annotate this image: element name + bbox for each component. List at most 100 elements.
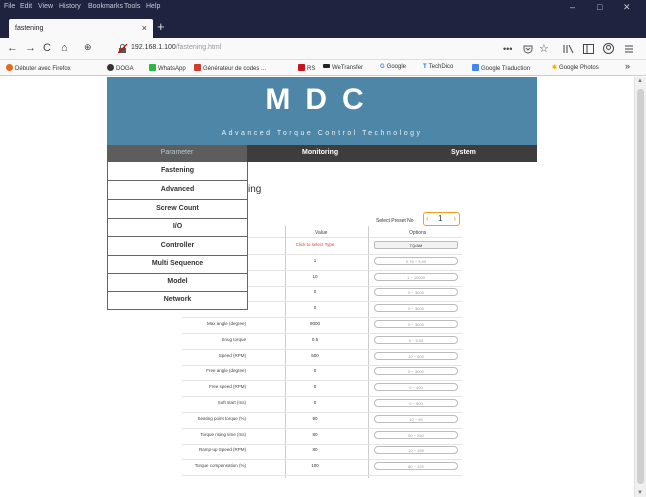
scroll-down-icon[interactable]: ▼: [637, 490, 643, 496]
range-input[interactable]: 0.75 ~ 3.00: [374, 256, 458, 265]
range-input[interactable]: 0 ~ 400: [374, 383, 458, 392]
bookmark-item[interactable]: Générateur de codes ...: [194, 64, 266, 72]
close-tab-icon[interactable]: ×: [142, 23, 147, 33]
more-actions-icon[interactable]: •••: [503, 44, 512, 54]
table-row: Free speed (RPM) 0 0 ~ 400: [182, 382, 462, 395]
range-input[interactable]: 0 ~ 3000: [374, 288, 458, 297]
menu-edit[interactable]: Edit: [20, 3, 32, 10]
range-input[interactable]: 0 ~ 500: [374, 399, 458, 407]
vertical-scrollbar[interactable]: ▲ ▼: [634, 77, 646, 497]
range-input[interactable]: 0 ~ 3000: [374, 304, 458, 313]
whatsapp-icon: [149, 64, 156, 71]
preset-prev-icon[interactable]: ‹: [426, 214, 429, 223]
row-value[interactable]: 0.5: [285, 337, 345, 342]
more-bookmarks-icon[interactable]: »: [625, 61, 630, 71]
range-input[interactable]: 0 ~ 5.00: [374, 335, 458, 344]
bookmark-item[interactable]: RS: [298, 64, 315, 72]
minimize-icon[interactable]: –: [570, 2, 575, 12]
bookmark-item[interactable]: Google Traduction: [472, 64, 530, 72]
menu-history[interactable]: History: [59, 3, 81, 10]
row-value[interactable]: 10: [285, 274, 345, 279]
browser-tab[interactable]: fastening ×: [9, 19, 153, 38]
bookmark-item[interactable]: WeTransfer: [323, 64, 363, 71]
menu-tools[interactable]: Tools: [124, 3, 140, 10]
dropdown-item-screw-count[interactable]: Screw Count: [108, 200, 247, 219]
scroll-up-icon[interactable]: ▲: [637, 78, 643, 84]
page-title: ing: [248, 184, 262, 195]
bookmark-item[interactable]: DOGA: [107, 64, 134, 72]
row-value[interactable]: 90: [285, 416, 345, 421]
row-value[interactable]: 0: [285, 384, 345, 389]
navigation-bar: ← → C ⌂ ⊕ 192.168.1.100/fastening.html •…: [0, 38, 646, 60]
preset-next-icon[interactable]: ›: [453, 214, 456, 223]
bookmark-item[interactable]: ✱ Google Photos: [552, 64, 599, 71]
menu-file[interactable]: File: [4, 3, 15, 10]
preset-selector[interactable]: ‹ 1 ›: [423, 212, 460, 226]
dropdown-item-fastening[interactable]: Fastening: [108, 162, 247, 181]
table-row: Seating point torque (%) 90 10 ~ 95: [182, 414, 462, 427]
range-input[interactable]: 10 ~ 150: [374, 446, 458, 455]
reload-icon[interactable]: C: [43, 42, 51, 54]
url-field[interactable]: 192.168.1.100/fastening.html: [131, 44, 221, 51]
hamburger-menu-icon[interactable]: [624, 44, 634, 54]
range-input[interactable]: 10 ~ 95: [374, 414, 458, 423]
row-value[interactable]: 0: [285, 400, 345, 405]
menu-help[interactable]: Help: [146, 3, 160, 10]
range-input[interactable]: 0 ~ 3000: [374, 320, 458, 328]
translate-icon: [472, 64, 479, 71]
nav-monitoring[interactable]: Monitoring: [302, 149, 338, 156]
library-icon[interactable]: [563, 44, 574, 54]
bookmark-item[interactable]: Débuter avec Firefox: [6, 64, 71, 72]
row-label: Max angle (degree): [206, 321, 246, 326]
dropdown-item-io[interactable]: I/O: [108, 218, 247, 237]
back-icon[interactable]: ←: [7, 42, 18, 54]
bookmark-item[interactable]: G Google: [380, 64, 406, 70]
dropdown-item-advanced[interactable]: Advanced: [108, 181, 247, 200]
forward-icon[interactable]: →: [25, 42, 36, 54]
menu-view[interactable]: View: [38, 3, 53, 10]
dropdown-item-multi-sequence[interactable]: Multi Sequence: [108, 255, 247, 274]
row-value[interactable]: 1: [285, 258, 345, 263]
row-value[interactable]: 9000: [285, 321, 345, 326]
menu-bookmarks[interactable]: Bookmarks: [88, 3, 123, 10]
dropdown-item-model[interactable]: Model: [108, 273, 247, 292]
parameter-dropdown: Fastening Advanced Screw Count I/O Contr…: [107, 162, 248, 310]
row-value[interactable]: 0: [285, 368, 345, 373]
maximize-icon[interactable]: □: [597, 2, 602, 12]
pocket-icon[interactable]: [523, 44, 533, 54]
scrollbar-thumb[interactable]: [637, 89, 644, 484]
lock-warning-icon: [118, 44, 127, 53]
site-info-icon[interactable]: ⊕: [84, 42, 92, 53]
row-value[interactable]: 0: [285, 289, 345, 294]
nav-parameter[interactable]: Parameter: [107, 145, 247, 162]
row-value[interactable]: 100: [285, 463, 345, 468]
row-value[interactable]: 0: [285, 305, 345, 310]
range-input[interactable]: 10 ~ 500: [374, 351, 458, 360]
row-value[interactable]: Click to select Type: [285, 242, 345, 247]
range-input[interactable]: 80 ~ 120: [374, 462, 458, 471]
table-row: Torque rising time (ms) 80 50 ~ 250: [182, 430, 462, 443]
range-input[interactable]: 1 ~ 10000: [374, 272, 458, 281]
new-tab-icon[interactable]: +: [157, 19, 165, 34]
close-window-icon[interactable]: ✕: [623, 2, 631, 13]
codes-icon: [194, 64, 201, 71]
row-value[interactable]: 500: [285, 353, 345, 358]
range-input[interactable]: 50 ~ 250: [374, 430, 458, 439]
bookmark-item[interactable]: WhatsApp: [149, 64, 186, 72]
row-value[interactable]: 80: [285, 432, 345, 437]
column-header-options: Options: [409, 230, 427, 236]
dropdown-item-controller[interactable]: Controller: [108, 237, 247, 256]
row-label: Speed (RPM): [218, 352, 246, 358]
sidebar-icon[interactable]: [583, 44, 594, 54]
home-icon[interactable]: ⌂: [61, 42, 68, 54]
techdico-icon: T: [423, 64, 427, 70]
account-icon[interactable]: [603, 43, 614, 54]
row-value[interactable]: 80: [285, 447, 345, 452]
bookmark-item[interactable]: T TechDico: [423, 64, 453, 70]
row-label: Free speed (RPM): [208, 384, 246, 390]
type-select[interactable]: TQ/AM: [374, 241, 458, 249]
star-bookmark-icon[interactable]: ☆: [539, 42, 549, 55]
dropdown-item-network[interactable]: Network: [108, 291, 247, 310]
nav-system[interactable]: System: [451, 149, 476, 156]
range-input[interactable]: 0 ~ 3000: [374, 367, 458, 376]
